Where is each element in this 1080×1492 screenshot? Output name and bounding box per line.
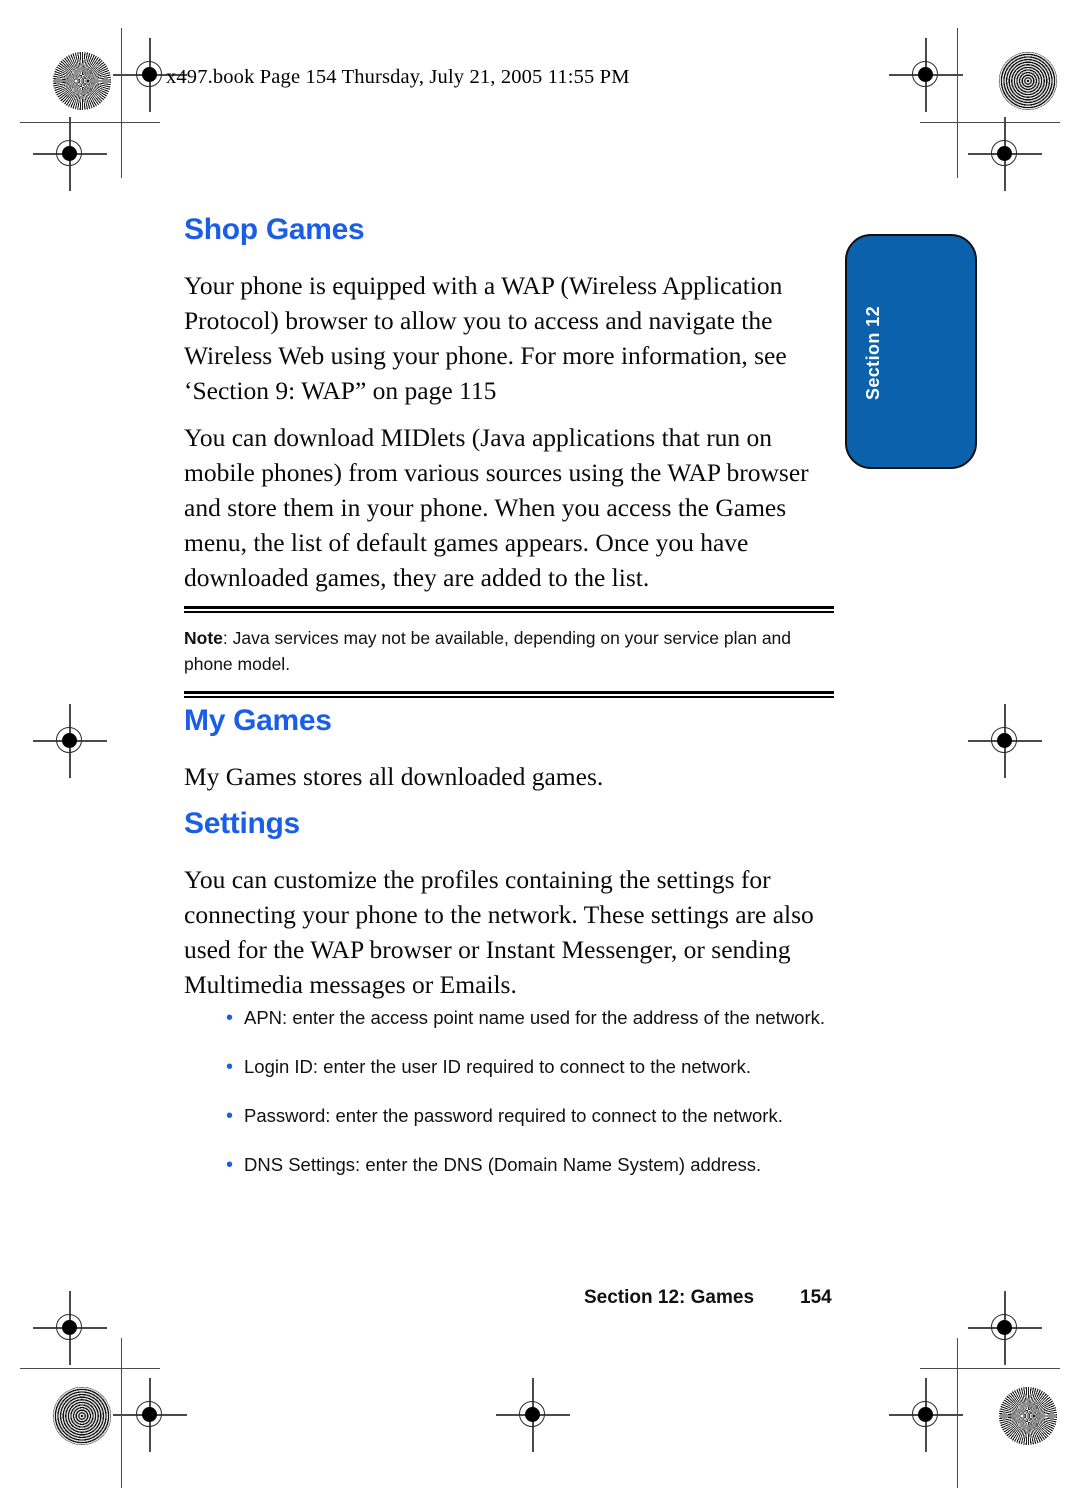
- trim-line-right-bottom: [957, 1338, 959, 1488]
- document-page: x497.book Page 154 Thursday, July 21, 20…: [0, 0, 1080, 1492]
- moire-registration-mark-bottom-left: [53, 1387, 111, 1445]
- section-settings: Settings You can customize the profiles …: [184, 808, 844, 1002]
- note-rule-top: [184, 606, 834, 609]
- list-item: • Login ID: enter the user ID required t…: [226, 1054, 851, 1080]
- note-label: Note: [184, 628, 223, 648]
- list-item: • DNS Settings: enter the DNS (Domain Na…: [226, 1152, 851, 1178]
- note-rule-bottom: [184, 691, 834, 694]
- crop-target-lower-right-inner: [968, 1291, 1042, 1365]
- list-item-text: Password: enter the password required to…: [244, 1105, 783, 1126]
- crop-target-upper-left-inner: [33, 117, 107, 191]
- paragraph-shop-games-2: You can download MIDlets (Java applicati…: [184, 422, 809, 592]
- heading-shop-games: Shop Games: [184, 213, 365, 246]
- crop-target-lower-left-inner: [33, 1291, 107, 1365]
- crop-target-bottom-center: [496, 1378, 570, 1452]
- section-tab: Section 12: [845, 234, 977, 469]
- trim-line-bottom-left-horizontal: [20, 1368, 160, 1370]
- crop-target-upper-right-inner: [968, 117, 1042, 191]
- section-my-games: My Games My Games stores all downloaded …: [184, 705, 844, 794]
- heading-my-games: My Games: [184, 704, 332, 737]
- running-header: x497.book Page 154 Thursday, July 21, 20…: [166, 66, 630, 88]
- crop-target-mid-left: [33, 704, 107, 778]
- list-item-text: DNS Settings: enter the DNS (Domain Name…: [244, 1154, 762, 1175]
- note-rule-bottom-inner: [184, 695, 834, 698]
- trim-line-bottom-right-horizontal: [920, 1368, 1060, 1370]
- starburst-registration-mark: [53, 52, 111, 110]
- crop-target-top-right: [889, 38, 963, 112]
- settings-bullet-list: • APN: enter the access point name used …: [226, 1005, 851, 1201]
- list-item-text: APN: enter the access point name used fo…: [244, 1007, 826, 1028]
- paragraph-shop-games-1: Your phone is equipped with a WAP (Wirel…: [184, 270, 787, 405]
- section-tab-label-wrap: Section 12: [847, 236, 979, 471]
- trim-line-right-top: [957, 28, 959, 178]
- list-item: • Password: enter the password required …: [226, 1103, 851, 1129]
- bullet-icon: •: [226, 1105, 234, 1127]
- bullet-icon: •: [226, 1007, 234, 1029]
- bullet-icon: •: [226, 1056, 234, 1078]
- note-text: Note: Java services may not be available…: [184, 613, 834, 691]
- paragraph-my-games-1: My Games stores all downloaded games.: [184, 761, 604, 791]
- trim-line-left-bottom: [121, 1338, 123, 1488]
- heading-settings: Settings: [184, 807, 300, 840]
- trim-line-left-top: [121, 28, 123, 178]
- footer-section-label: Section 12: Games: [584, 1287, 755, 1308]
- crop-target-mid-right: [968, 704, 1042, 778]
- page-footer: Section 12: Games 154: [584, 1287, 832, 1309]
- trim-line-top-right-horizontal: [920, 122, 1060, 124]
- crop-target-bottom-right: [889, 1378, 963, 1452]
- page-content: Shop Games Your phone is equipped with a…: [184, 214, 836, 595]
- section-tab-label: Section 12: [863, 306, 883, 401]
- footer-page-number: 154: [800, 1287, 832, 1308]
- list-item-text: Login ID: enter the user ID required to …: [244, 1056, 751, 1077]
- bullet-icon: •: [226, 1154, 234, 1176]
- paragraph-settings-1: You can customize the profiles containin…: [184, 864, 814, 999]
- crop-target-bottom-left: [113, 1378, 187, 1452]
- starburst-registration-mark-bottom-right: [999, 1387, 1057, 1445]
- list-item: • APN: enter the access point name used …: [226, 1005, 851, 1031]
- note-body: Java services may not be available, depe…: [184, 628, 792, 674]
- note-block: Note: Java services may not be available…: [184, 606, 834, 698]
- trim-line-top-left-horizontal: [20, 122, 160, 124]
- moire-registration-mark-top-right: [999, 52, 1057, 110]
